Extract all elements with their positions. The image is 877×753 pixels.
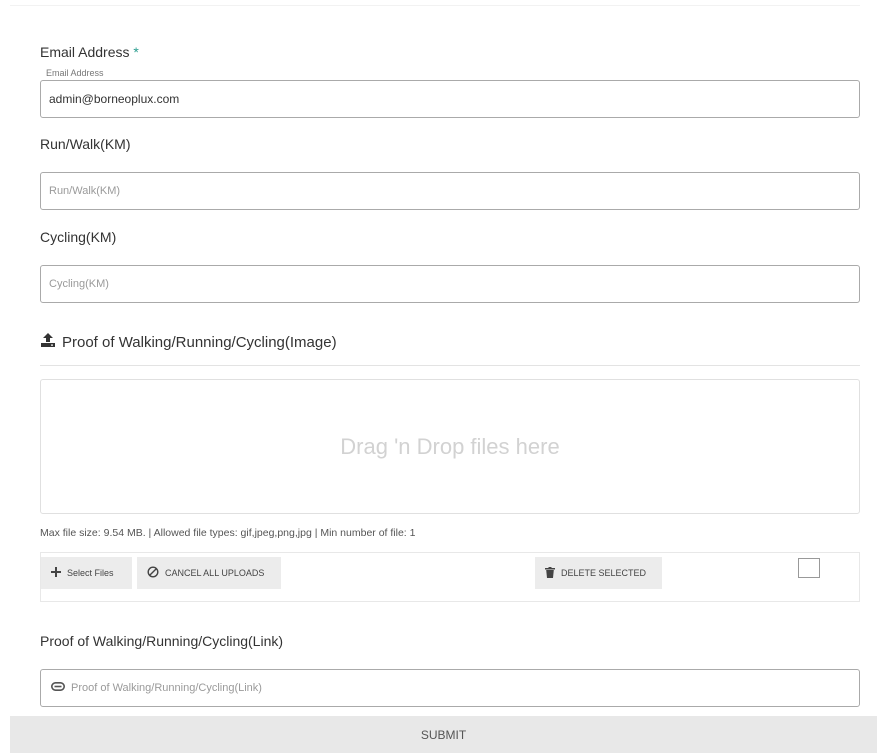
trash-icon bbox=[545, 566, 555, 580]
file-dropzone[interactable]: Drag 'n Drop files here bbox=[40, 379, 860, 514]
required-mark: * bbox=[133, 44, 139, 60]
select-files-button[interactable]: Select Files bbox=[41, 557, 132, 589]
email-field[interactable]: admin@borneoplux.com bbox=[40, 80, 860, 118]
run-walk-label: Run/Walk(KM) bbox=[40, 136, 131, 152]
submit-button[interactable]: SUBMIT bbox=[10, 716, 877, 753]
upload-toolbar: Select Files CANCEL ALL UPLOADS DELETE S… bbox=[40, 552, 860, 602]
dropzone-text: Drag 'n Drop files here bbox=[340, 433, 560, 459]
delete-selected-label: DELETE SELECTED bbox=[561, 568, 647, 578]
email-value: admin@borneoplux.com bbox=[49, 92, 180, 106]
top-divider bbox=[10, 5, 860, 6]
cycling-input[interactable]: Cycling(KM) bbox=[40, 265, 860, 303]
ban-icon bbox=[147, 566, 159, 580]
proof-link-placeholder: Proof of Walking/Running/Cycling(Link) bbox=[71, 682, 262, 694]
select-all-checkbox[interactable] bbox=[798, 558, 820, 578]
upload-icon bbox=[40, 332, 56, 352]
section-divider bbox=[40, 365, 860, 366]
file-constraints-text: Max file size: 9.54 MB. | Allowed file t… bbox=[40, 527, 416, 539]
proof-image-title-text: Proof of Walking/Running/Cycling(Image) bbox=[62, 333, 337, 351]
proof-link-label: Proof of Walking/Running/Cycling(Link) bbox=[40, 633, 284, 649]
link-icon bbox=[51, 682, 65, 694]
select-files-label: Select Files bbox=[67, 568, 114, 578]
email-label: Email Address * bbox=[40, 44, 139, 60]
proof-image-title: Proof of Walking/Running/Cycling(Image) bbox=[40, 332, 337, 352]
plus-icon bbox=[51, 567, 61, 579]
submit-label: SUBMIT bbox=[420, 727, 467, 742]
email-floating-label: Email Address bbox=[46, 68, 104, 78]
run-walk-input[interactable]: Run/Walk(KM) bbox=[40, 172, 860, 210]
run-walk-placeholder: Run/Walk(KM) bbox=[49, 185, 121, 197]
delete-selected-button[interactable]: DELETE SELECTED bbox=[535, 557, 662, 589]
cycling-label: Cycling(KM) bbox=[40, 229, 117, 245]
cycling-placeholder: Cycling(KM) bbox=[49, 278, 109, 290]
cancel-all-label: CANCEL ALL UPLOADS bbox=[165, 568, 265, 578]
email-label-text: Email Address bbox=[40, 44, 130, 60]
cancel-all-uploads-button[interactable]: CANCEL ALL UPLOADS bbox=[137, 557, 281, 589]
proof-link-input[interactable]: Proof of Walking/Running/Cycling(Link) bbox=[40, 669, 860, 707]
